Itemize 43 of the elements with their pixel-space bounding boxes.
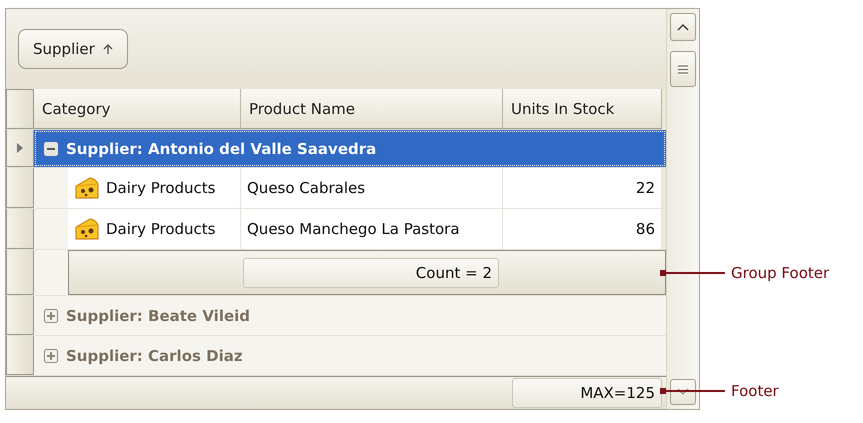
plus-box-icon[interactable]: [44, 348, 58, 362]
row-indicator[interactable]: [6, 130, 34, 167]
table-cell: Queso Cabrales: [241, 168, 503, 208]
chevron-down-icon: [677, 388, 689, 396]
scroll-thumb[interactable]: [670, 51, 696, 87]
column-header[interactable]: Units In Stock: [503, 89, 662, 129]
table-cell: Queso Manchego La Pastora: [241, 209, 503, 249]
cheese-icon: [74, 217, 100, 241]
row-indicator[interactable]: [6, 250, 34, 295]
row-indicator[interactable]: [6, 168, 34, 208]
leader-line: [660, 390, 725, 392]
leader-line: [660, 272, 725, 274]
column-header[interactable]: Category: [34, 89, 241, 129]
group-indent: [34, 209, 68, 249]
category-text: Dairy Products: [106, 179, 216, 197]
table-cell: 86: [503, 209, 662, 249]
column-header[interactable]: Product Name: [241, 89, 503, 129]
scroll-down-button[interactable]: [670, 379, 696, 405]
plus-box-icon[interactable]: [44, 308, 58, 322]
group-indent: [34, 250, 68, 295]
minus-box-icon[interactable]: [44, 142, 58, 156]
callout-label: Footer: [731, 382, 779, 400]
chevron-up-icon: [677, 23, 689, 31]
group-label: Supplier: Beate Vileid: [66, 306, 250, 324]
row-indicator[interactable]: [6, 209, 34, 249]
group-indent: [34, 168, 68, 208]
table-cell: 22: [503, 168, 662, 208]
scroll-up-button[interactable]: [670, 13, 696, 41]
group-label: Supplier: Antonio del Valle Saavedra: [66, 140, 376, 158]
group-summary: Count = 2: [243, 258, 499, 288]
group-row[interactable]: Supplier: Beate Vileid: [34, 296, 666, 335]
group-chip[interactable]: Supplier: [18, 29, 128, 69]
grip-icon: [677, 64, 689, 74]
row-indicator[interactable]: [6, 296, 34, 335]
group-row[interactable]: Supplier: Antonio del Valle Saavedra: [34, 130, 666, 167]
group-row[interactable]: Supplier: Carlos Diaz: [34, 336, 666, 375]
cheese-icon: [74, 176, 100, 200]
group-label: Supplier: Carlos Diaz: [66, 346, 243, 364]
category-text: Dairy Products: [106, 220, 216, 238]
callout-label: Group Footer: [731, 264, 830, 282]
footer-summary: MAX=125: [512, 378, 662, 408]
row-indicator[interactable]: [6, 336, 34, 375]
header-corner: [6, 89, 34, 129]
